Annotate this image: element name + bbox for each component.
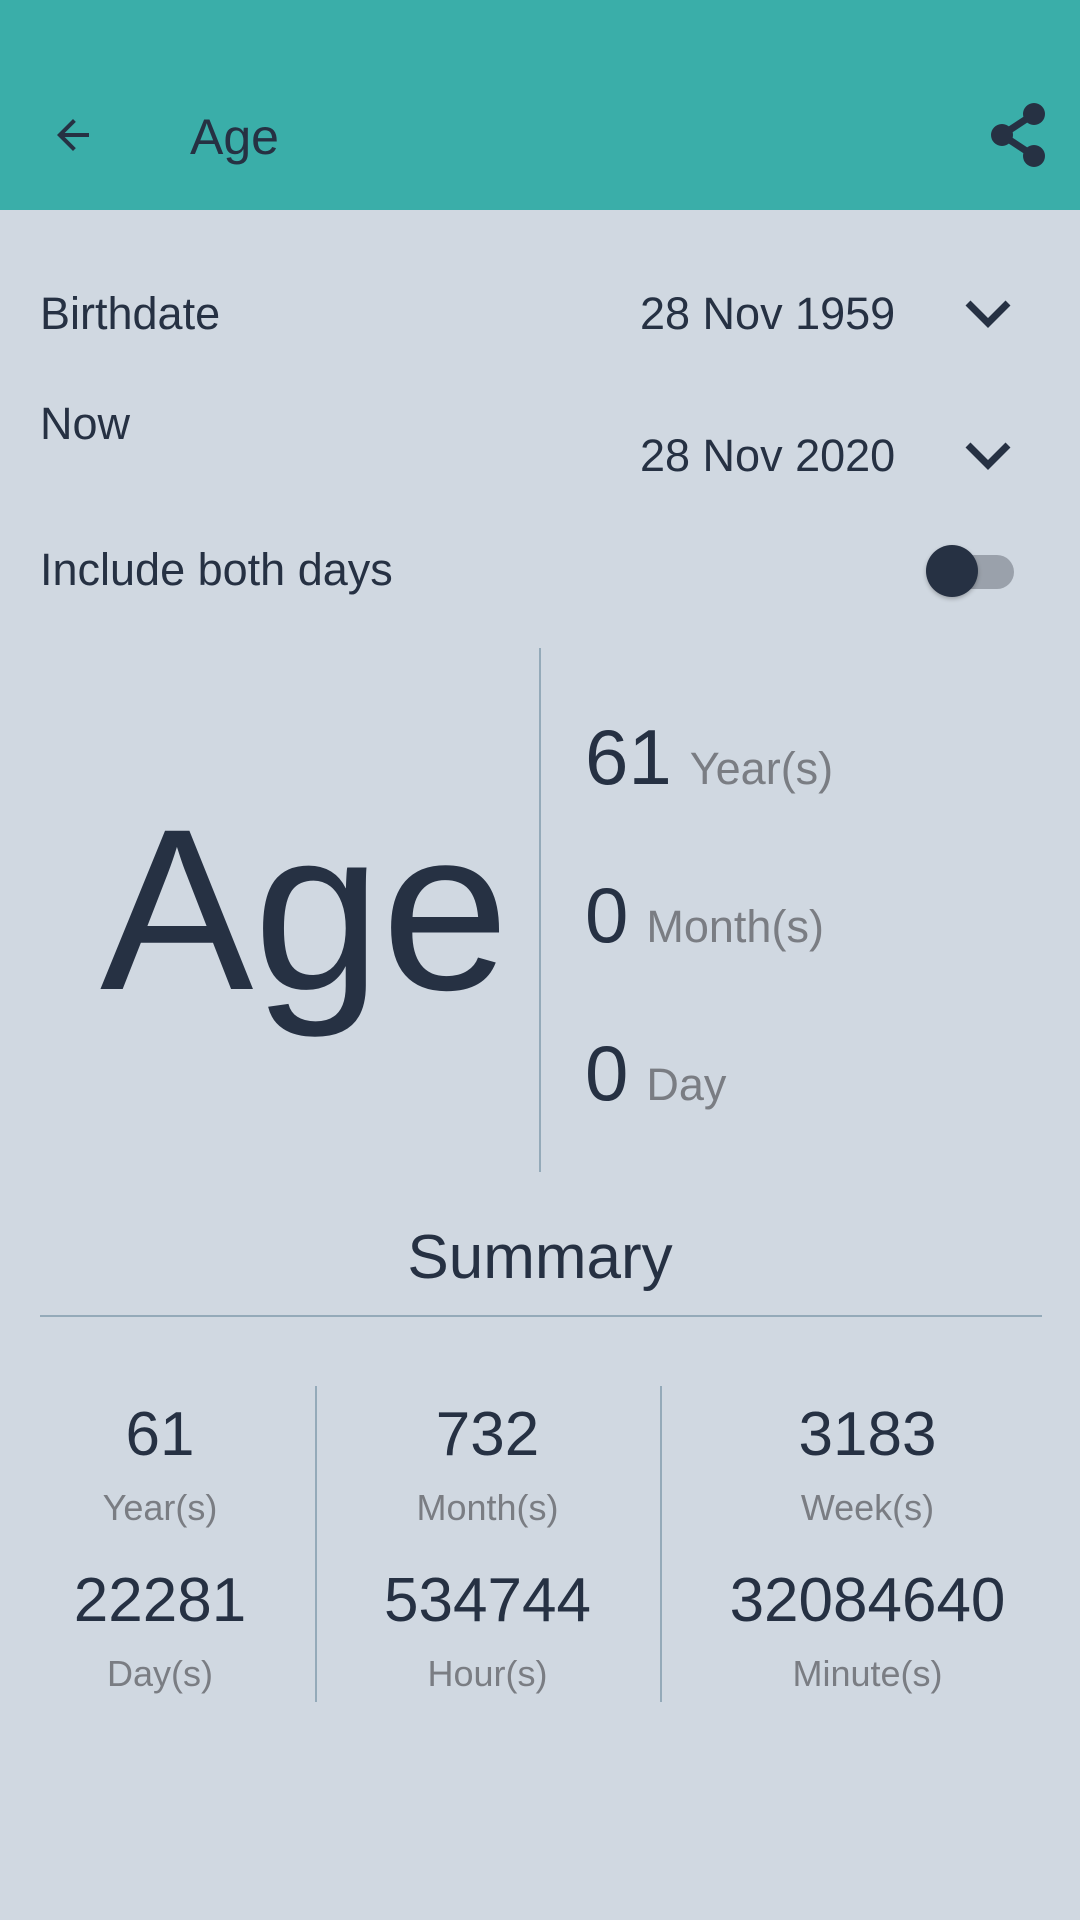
- arrow-left-icon: [57, 119, 89, 151]
- summary-weeks-value: 3183: [798, 1400, 937, 1469]
- summary-minutes-unit: Minute(s): [792, 1653, 943, 1694]
- summary-weeks-unit: Week(s): [800, 1487, 935, 1528]
- age-days-unit: Day: [646, 1059, 727, 1110]
- now-value[interactable]: 28 Nov 2020: [640, 430, 895, 482]
- chevron-down-icon: [965, 300, 1011, 328]
- birthdate-dropdown[interactable]: [958, 288, 1018, 338]
- birthdate-value[interactable]: 28 Nov 1959: [640, 288, 895, 340]
- age-years-value: 61: [585, 713, 672, 801]
- summary-weeks: 3183 Week(s): [685, 1404, 1050, 1526]
- age-years-unit: Year(s): [689, 743, 834, 794]
- page-title: Age: [190, 109, 279, 165]
- summary-title: Summary: [407, 1223, 673, 1292]
- age-days: 0 Day: [585, 1028, 726, 1119]
- now-dropdown[interactable]: [958, 430, 1018, 480]
- toggle-thumb: [926, 545, 978, 597]
- summary-months-value: 732: [435, 1400, 540, 1469]
- summary-col-divider-1: [315, 1386, 317, 1702]
- age-days-value: 0: [585, 1029, 629, 1117]
- summary-days-value: 22281: [73, 1566, 247, 1635]
- include-both-days-toggle[interactable]: [926, 541, 1014, 597]
- summary-minutes-value: 32084640: [729, 1566, 1006, 1635]
- age-divider: [539, 648, 541, 1172]
- age-months: 0 Month(s): [585, 870, 824, 961]
- app-bar: Age: [0, 0, 1080, 210]
- summary-years: 61 Year(s): [20, 1404, 300, 1526]
- share-button[interactable]: [982, 98, 1054, 172]
- summary-hours: 534744 Hour(s): [330, 1570, 645, 1692]
- summary-years-value: 61: [125, 1400, 195, 1469]
- summary-years-unit: Year(s): [102, 1487, 218, 1528]
- summary-minutes: 32084640 Minute(s): [685, 1570, 1050, 1692]
- age-months-unit: Month(s): [646, 901, 824, 952]
- share-icon: [991, 103, 1045, 167]
- age-years: 61 Year(s): [585, 712, 833, 803]
- summary-divider: [40, 1315, 1042, 1317]
- birthdate-label: Birthdate: [40, 288, 221, 339]
- include-both-days-label: Include both days: [40, 544, 393, 595]
- summary-hours-unit: Hour(s): [427, 1653, 548, 1694]
- age-months-value: 0: [585, 871, 629, 959]
- back-button[interactable]: [38, 100, 108, 170]
- summary-months: 732 Month(s): [330, 1404, 645, 1526]
- summary-hours-value: 534744: [384, 1566, 591, 1635]
- summary-days: 22281 Day(s): [20, 1570, 300, 1692]
- summary-days-unit: Day(s): [107, 1653, 213, 1694]
- summary-col-divider-2: [660, 1386, 662, 1702]
- now-label: Now: [40, 398, 131, 449]
- age-big-label: Age: [100, 781, 510, 1038]
- summary-months-unit: Month(s): [416, 1487, 559, 1528]
- chevron-down-icon: [965, 442, 1011, 470]
